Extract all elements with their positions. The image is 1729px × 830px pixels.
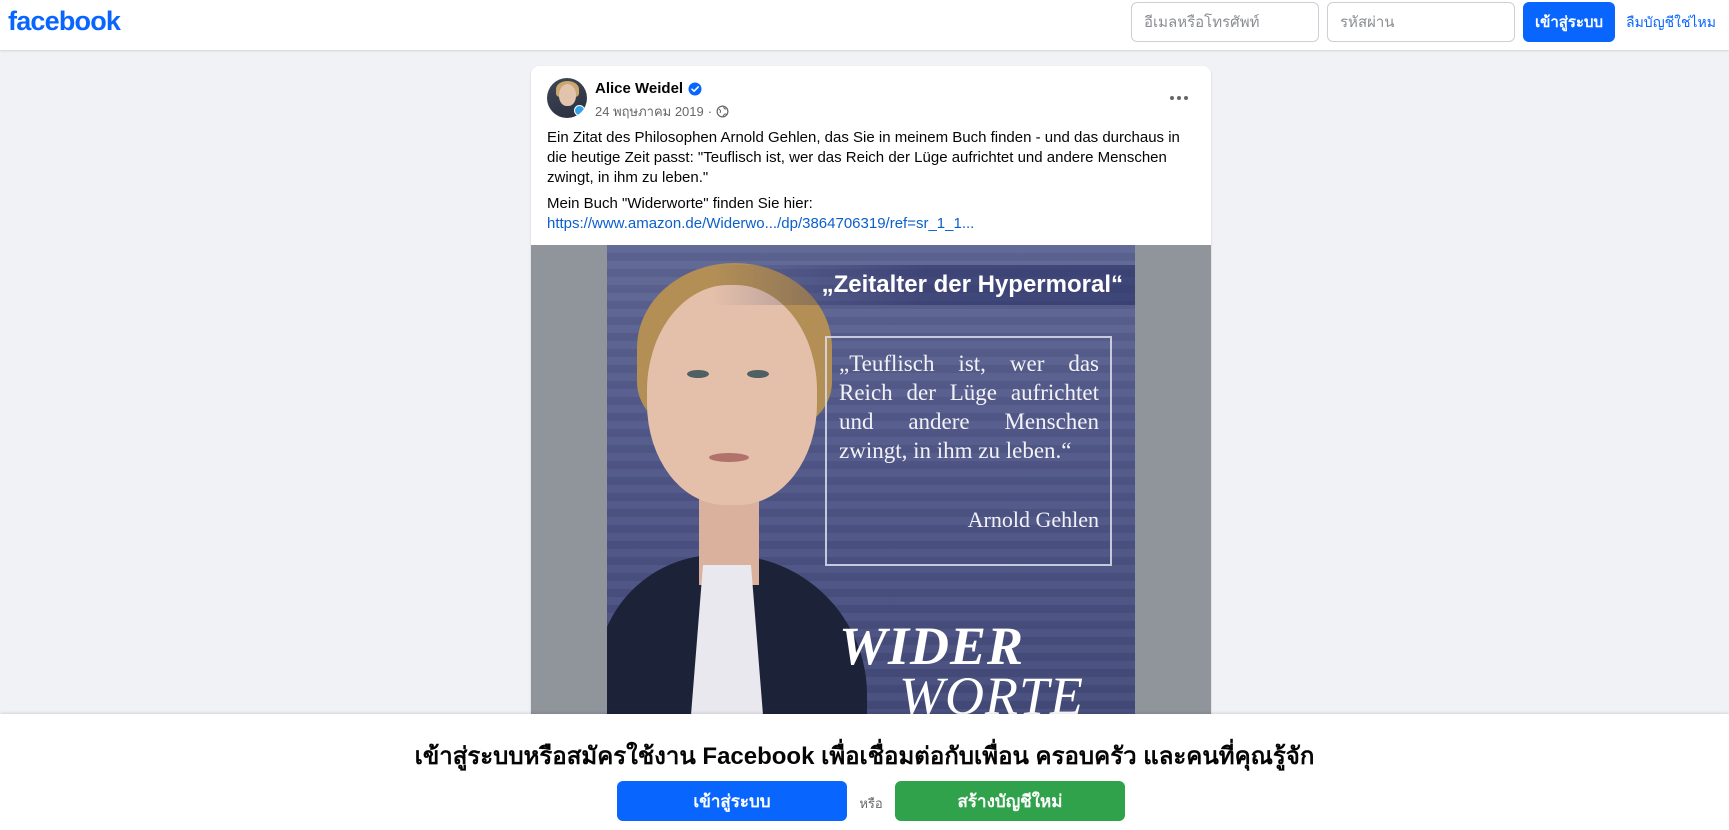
top-nav-bar: facebook เข้าสู่ระบบ ลืมบัญชีใช่ไหม bbox=[0, 0, 1729, 50]
image-banner-text: „Zeitalter der Hypermoral“ bbox=[821, 271, 1123, 298]
password-input[interactable] bbox=[1327, 2, 1515, 42]
post-meta: 24 พฤษภาคม 2019 · bbox=[595, 101, 729, 122]
create-account-button[interactable]: สร้างบัญชีใหม่ bbox=[895, 781, 1125, 821]
meta-separator: · bbox=[707, 104, 713, 119]
post-author: Alice Weidel bbox=[595, 80, 702, 97]
signin-prompt-banner: เข้าสู่ระบบหรือสมัครใช้งาน Facebook เพื่… bbox=[0, 714, 1729, 830]
globe-icon bbox=[716, 105, 729, 118]
more-options-button[interactable] bbox=[1161, 80, 1197, 116]
post-paragraph: Mein Buch "Widerworte" finden Sie hier: bbox=[547, 195, 813, 212]
facebook-logo[interactable]: facebook bbox=[8, 6, 121, 37]
login-button[interactable]: เข้าสู่ระบบ bbox=[1523, 2, 1615, 42]
signin-prompt-title: เข้าสู่ระบบหรือสมัครใช้งาน Facebook เพื่… bbox=[414, 743, 1315, 770]
post-body: Ein Zitat des Philosophen Arnold Gehlen,… bbox=[547, 128, 1195, 234]
avatar-status-badge bbox=[574, 105, 585, 116]
image-quote-author: Arnold Gehlen bbox=[967, 507, 1099, 532]
banner-login-button[interactable]: เข้าสู่ระบบ bbox=[617, 781, 847, 821]
post-paragraph: Ein Zitat des Philosophen Arnold Gehlen,… bbox=[547, 129, 1180, 186]
image-quote: „Teuflisch ist, wer das Reich der Lüge a… bbox=[839, 351, 1099, 463]
post-link[interactable]: https://www.amazon.de/Widerwo.../dp/3864… bbox=[547, 215, 974, 232]
forgot-account-link[interactable]: ลืมบัญชีใช่ไหม bbox=[1626, 12, 1716, 34]
verified-badge-icon bbox=[688, 82, 702, 95]
post-date[interactable]: 24 พฤษภาคม 2019 bbox=[595, 101, 704, 122]
more-options-icon bbox=[1170, 96, 1188, 100]
author-name[interactable]: Alice Weidel bbox=[595, 80, 683, 97]
or-label: หรือ bbox=[859, 796, 883, 811]
author-avatar[interactable] bbox=[547, 78, 587, 118]
email-input[interactable] bbox=[1131, 2, 1319, 42]
